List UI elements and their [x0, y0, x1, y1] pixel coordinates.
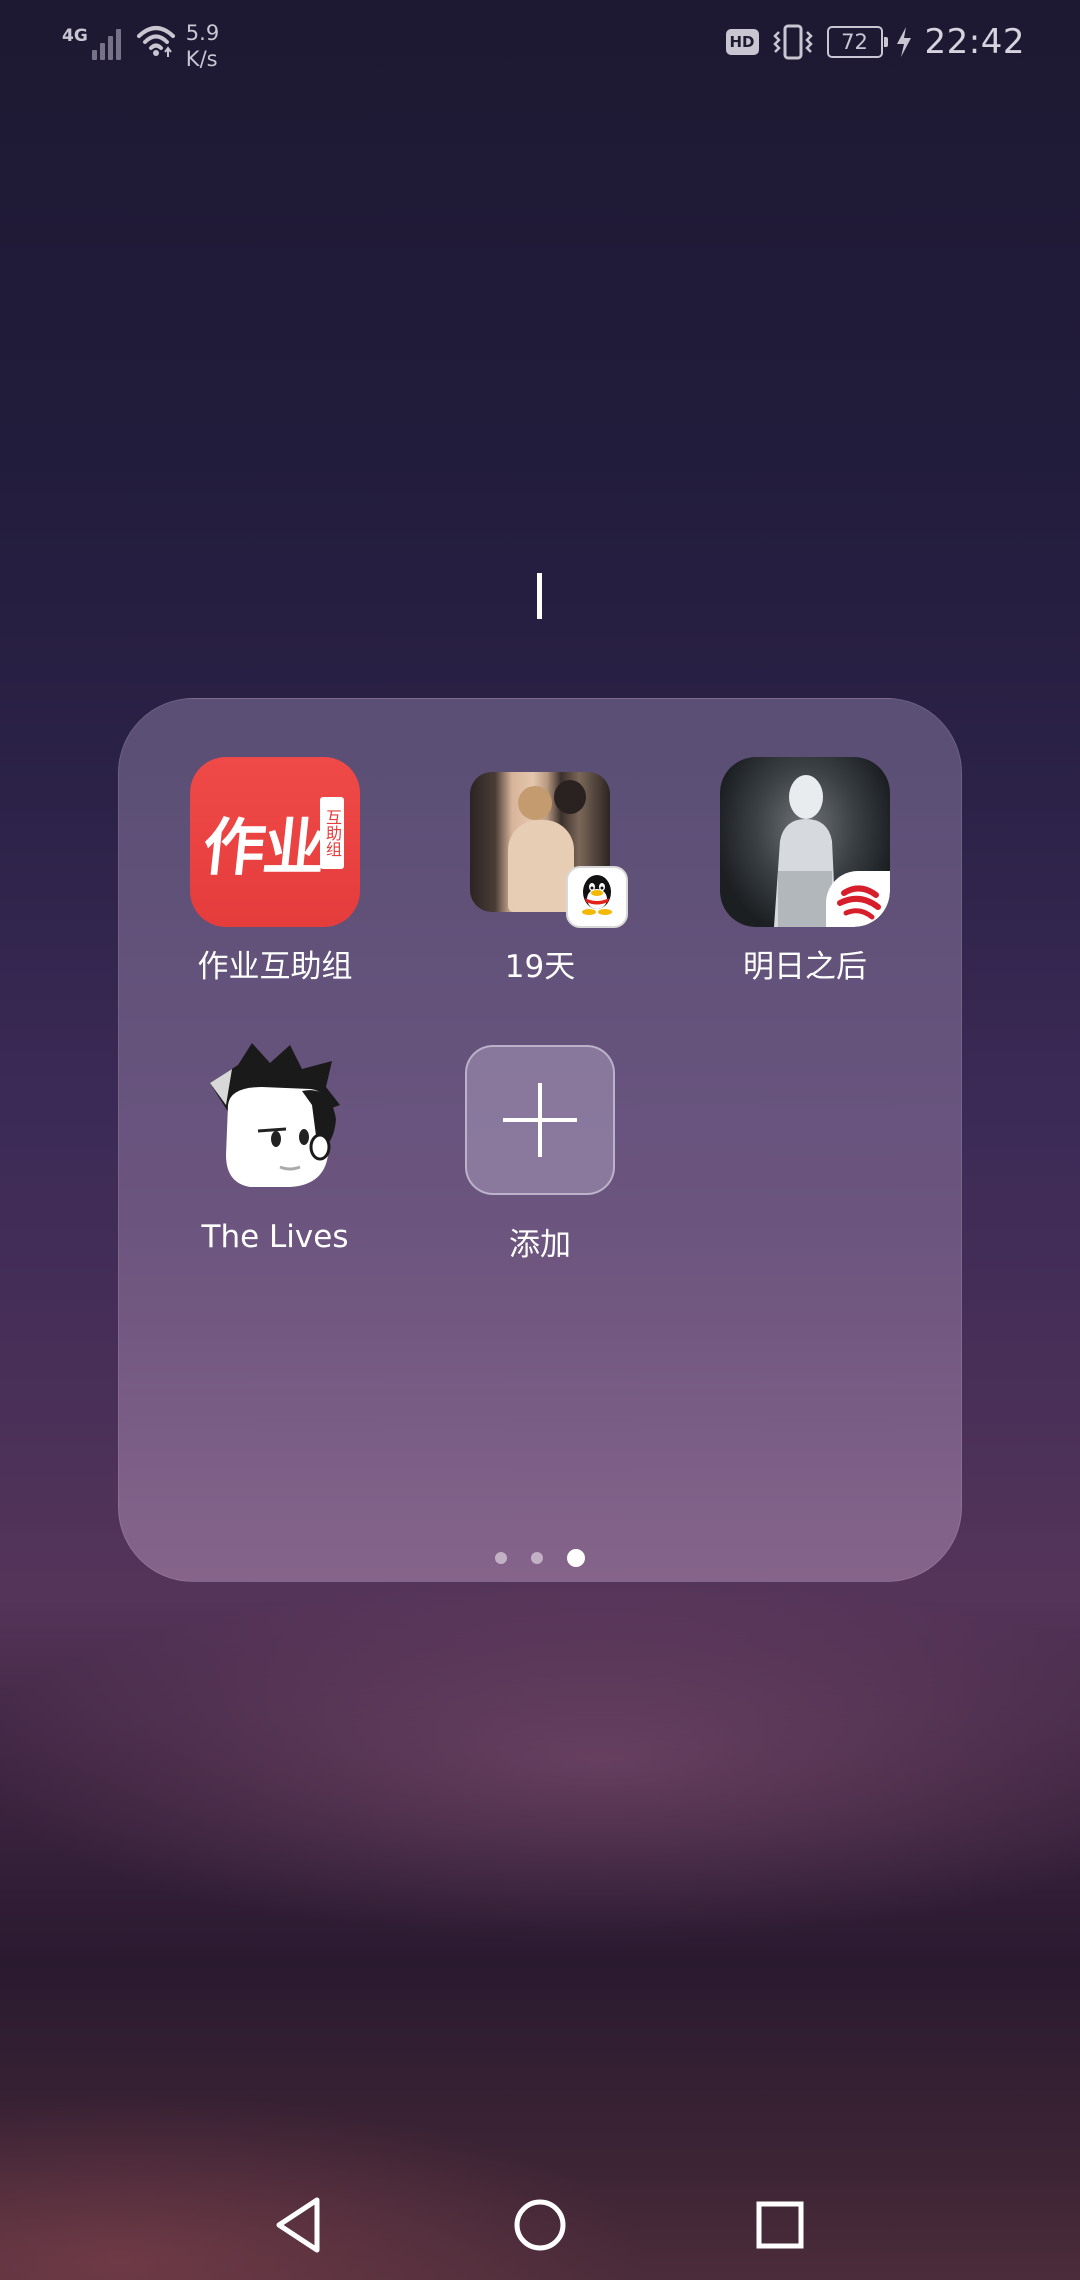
netease-icon	[826, 871, 890, 927]
home-icon[interactable]	[505, 2190, 575, 2260]
comic-character-head	[554, 780, 586, 814]
network-speed-value: 5.9	[185, 21, 220, 45]
charging-icon	[896, 27, 911, 57]
back-icon[interactable]	[265, 2190, 335, 2260]
status-bar: 4G 5.9 K/s HD 72 22:42	[0, 0, 1080, 90]
hd-voice-icon: HD	[725, 29, 759, 55]
folder-page-indicator	[119, 1549, 961, 1567]
plus-icon[interactable]	[465, 1045, 615, 1195]
app-zuoye[interactable]: 作业 互助组 作业互助组	[145, 757, 405, 986]
status-right: HD 72 22:42	[725, 22, 1026, 62]
app-label: The Lives	[201, 1219, 349, 1255]
cartoon-face-app-icon[interactable]	[190, 1035, 360, 1205]
zuoye-app-icon[interactable]: 作业 互助组	[190, 757, 360, 927]
app-label: 添加	[509, 1227, 571, 1263]
app-label: 明日之后	[743, 949, 867, 985]
app-label: 作业互助组	[197, 949, 353, 985]
app-label: 19天	[504, 949, 576, 985]
network-type-label: 4G	[62, 26, 88, 46]
qq-penguin-icon	[566, 866, 628, 928]
home-screen: 4G 5.9 K/s HD 72 22:42 作业 互助组 作业互助组 19天 …	[0, 0, 1080, 2280]
network-speed-unit: K/s	[185, 47, 218, 71]
clock: 22:42	[924, 22, 1025, 62]
app-folder-panel: 作业 互助组 作业互助组 19天 明日之后 The Lives 添加	[118, 698, 962, 1582]
app-the-lives[interactable]: The Lives	[145, 1035, 405, 1255]
comic-character-body	[508, 820, 574, 912]
comic-19days-app-icon[interactable]	[470, 772, 628, 928]
mingri-zhihou-app-icon[interactable]	[720, 757, 890, 927]
cellular-signal-icon	[91, 20, 124, 60]
status-left: 4G 5.9 K/s	[62, 20, 219, 72]
zuoye-icon-tag: 互助组	[320, 797, 344, 869]
page-dot[interactable]	[495, 1552, 507, 1564]
navigation-bar	[0, 2160, 1080, 2280]
app-19days[interactable]: 19天	[410, 757, 670, 986]
wifi-icon	[136, 26, 175, 57]
battery-level: 72	[841, 30, 868, 54]
vibrate-icon	[772, 24, 813, 60]
recents-icon[interactable]	[745, 2190, 815, 2260]
zuoye-icon-text: 作业	[199, 811, 328, 884]
add-app-button[interactable]: 添加	[410, 1035, 670, 1264]
comic-character-head	[518, 786, 552, 820]
app-mingri[interactable]: 明日之后	[675, 757, 935, 986]
network-speed: 5.9 K/s	[186, 20, 219, 72]
page-dot-active[interactable]	[567, 1549, 585, 1567]
battery-icon: 72	[826, 26, 888, 58]
folder-name-cursor[interactable]	[537, 573, 542, 619]
page-dot[interactable]	[531, 1552, 543, 1564]
